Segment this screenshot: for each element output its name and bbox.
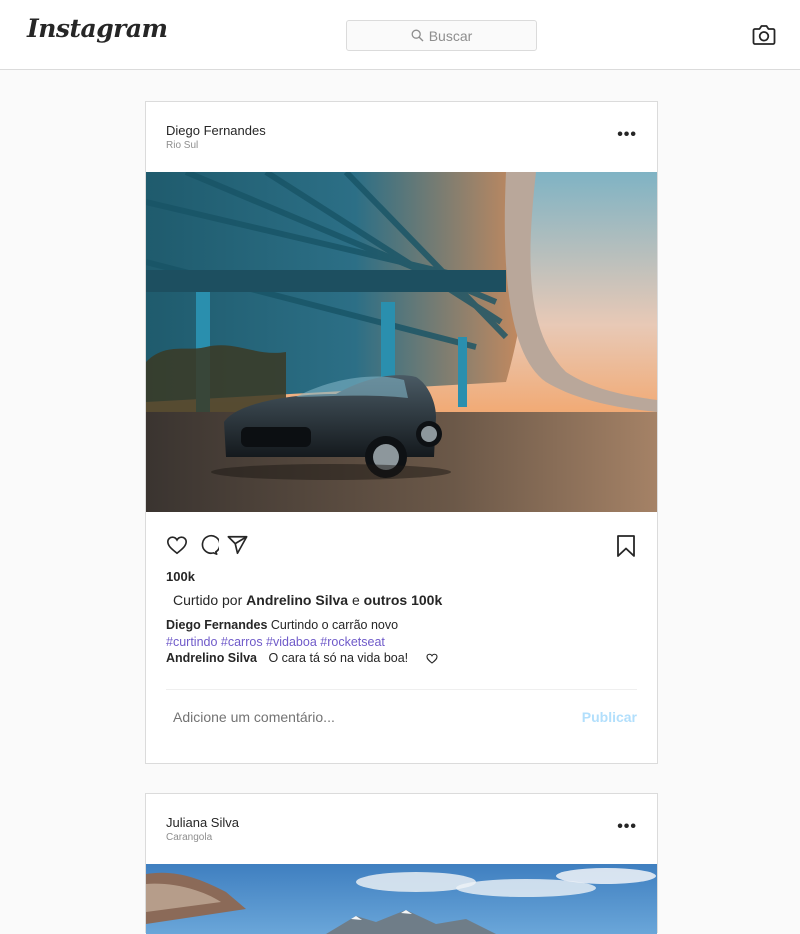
mountain-landscape-image (146, 864, 657, 934)
liked-by-text: Curtido por Andrelino Silva e outros 100… (173, 592, 442, 608)
share-icon[interactable] (226, 534, 249, 556)
more-options-icon[interactable]: ••• (617, 819, 637, 835)
car-under-bridge-image (146, 172, 657, 512)
bookmark-icon[interactable] (615, 534, 637, 558)
caption-hashtags[interactable]: #curtindo #carros #vidaboa #rocketseat (166, 635, 385, 649)
feed-post: Diego Fernandes Rio Sul ••• 100k Curtido… (145, 101, 658, 764)
search-icon (411, 29, 424, 42)
post-image[interactable] (146, 864, 657, 934)
search-input[interactable]: Buscar (346, 20, 537, 51)
caption-text: Curtindo o carrão novo (270, 618, 399, 632)
liked-by-middle: e (351, 592, 360, 608)
comment-like-heart-icon[interactable] (426, 653, 438, 664)
post-actions (166, 534, 637, 558)
post-image[interactable] (146, 172, 657, 512)
caption-author[interactable]: Diego Fernandes (166, 618, 267, 632)
top-navigation-bar: Instagram Buscar (0, 0, 800, 70)
add-comment-input[interactable]: Adicione um comentário... (173, 709, 335, 725)
post-caption: Diego Fernandes Curtindo o carrão novo #… (166, 617, 398, 651)
liked-by-user[interactable]: Andrelino Silva (246, 592, 348, 608)
post-location[interactable]: Rio Sul (166, 140, 198, 151)
comment-item: Andrelino Silva O cara tá só na vida boa… (166, 651, 438, 665)
comment-text: O cara tá só na vida boa! (268, 651, 409, 665)
comment-author[interactable]: Andrelino Silva (166, 651, 257, 665)
liked-by-prefix: Curtido por (173, 592, 243, 608)
comment-icon[interactable] (197, 534, 219, 556)
post-author[interactable]: Juliana Silva (166, 815, 239, 830)
post-author[interactable]: Diego Fernandes (166, 123, 266, 138)
post-header: Juliana Silva Carangola ••• (146, 794, 657, 864)
publish-button[interactable]: Publicar (582, 709, 637, 725)
post-header: Diego Fernandes Rio Sul ••• (146, 102, 657, 172)
feed-post: Juliana Silva Carangola ••• (145, 793, 658, 934)
liked-by-others[interactable]: outros 100k (364, 592, 443, 608)
like-heart-icon[interactable] (166, 534, 188, 556)
camera-icon[interactable] (752, 24, 776, 46)
search-placeholder: Buscar (428, 27, 473, 44)
instagram-logo[interactable]: Instagram (27, 14, 168, 43)
likes-count[interactable]: 100k (166, 569, 195, 584)
post-location[interactable]: Carangola (166, 832, 212, 843)
comment-divider (166, 689, 637, 690)
more-options-icon[interactable]: ••• (617, 127, 637, 143)
